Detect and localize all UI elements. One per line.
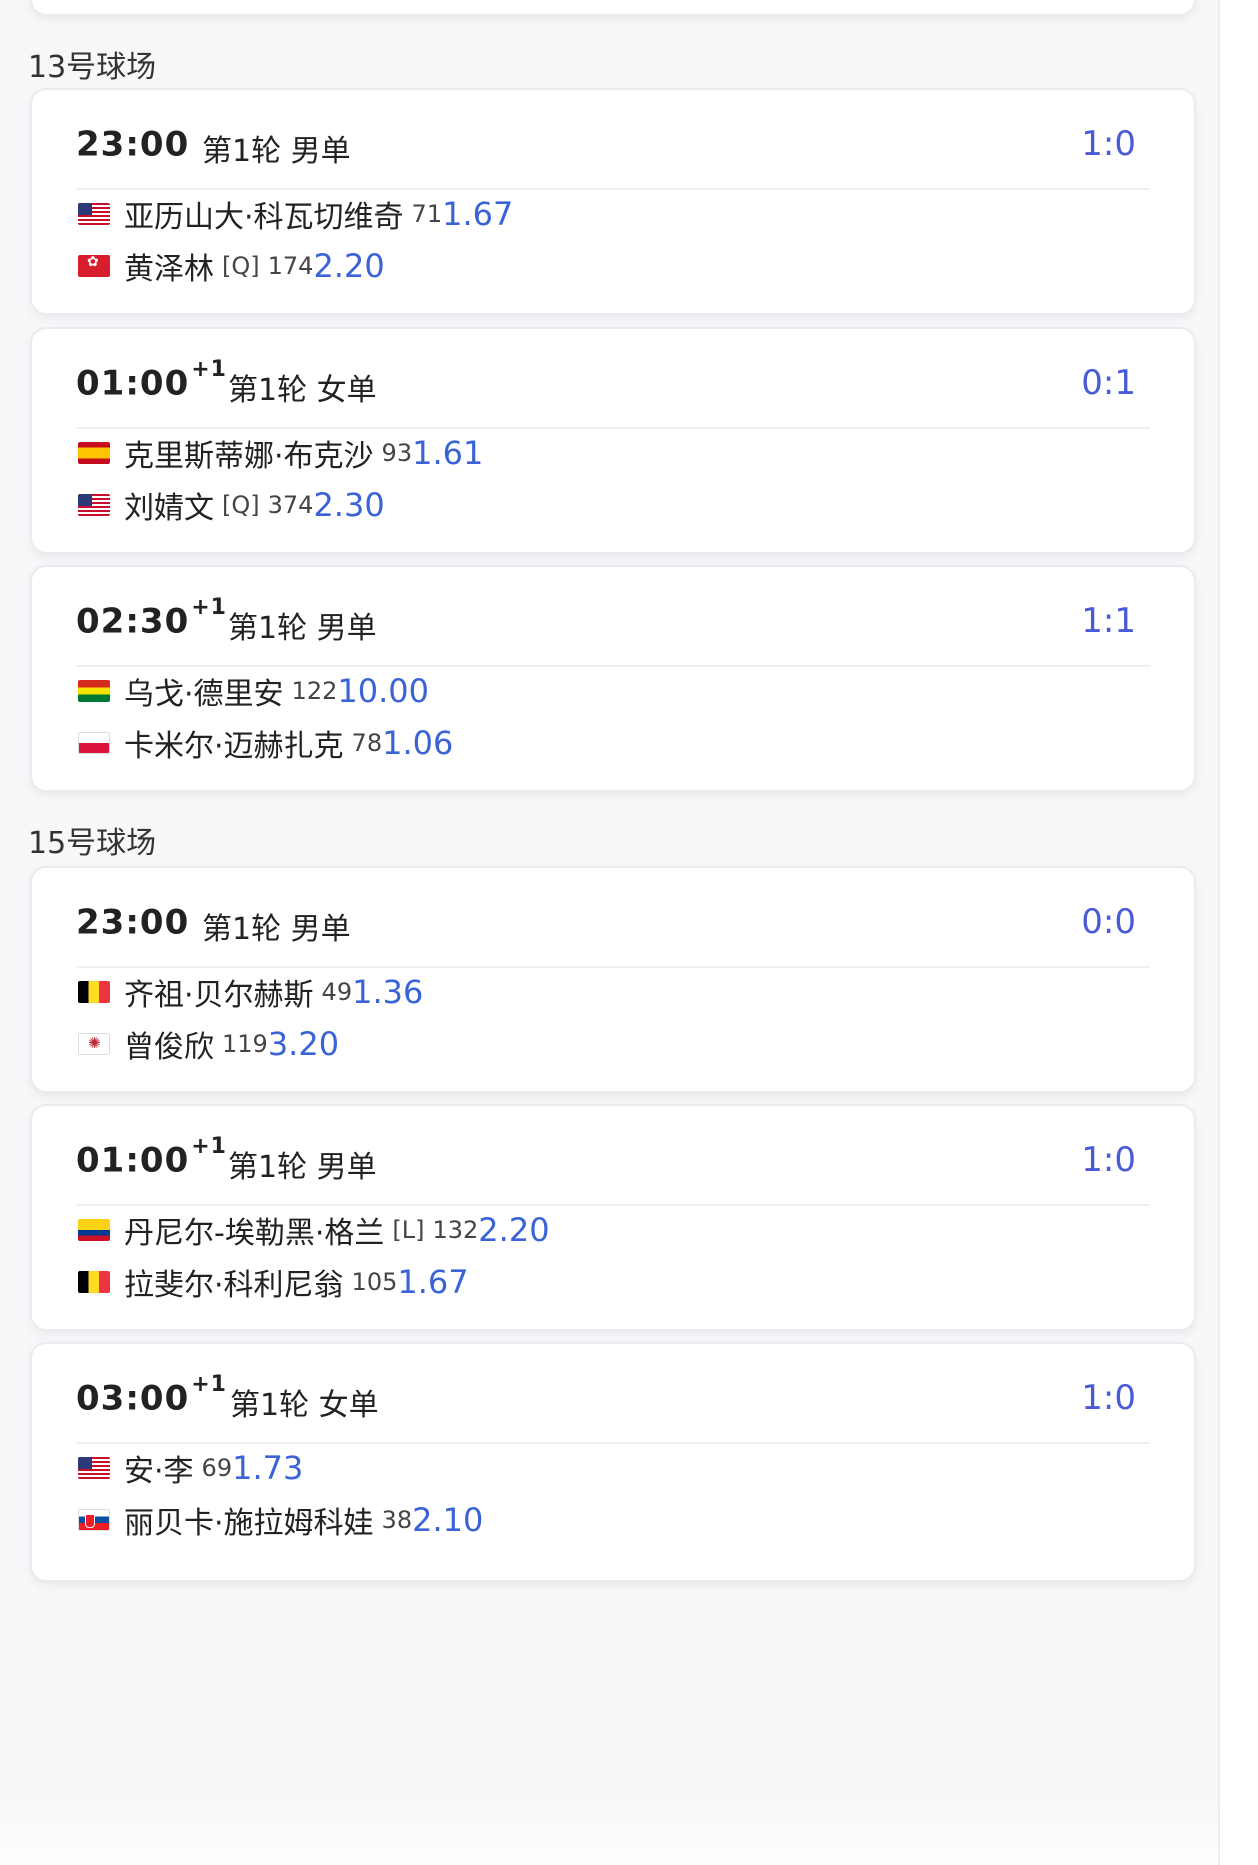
player-odds: 10.00	[337, 672, 429, 710]
match-round: 第1轮 男单	[202, 912, 351, 947]
slovakia-flag-icon	[78, 1509, 110, 1531]
match-score: 1:1	[1081, 601, 1136, 641]
colombia-flag-icon	[78, 1219, 110, 1241]
usa-flag-icon	[78, 203, 110, 225]
player-odds: 1.67	[397, 1263, 469, 1301]
player-rank: 105	[351, 1268, 398, 1296]
match-card[interactable]: 23:00 第1轮 男单 1:0 亚历山大·科瓦切维奇 71 1.67 黄泽林 …	[30, 88, 1196, 315]
player-name: 亚历山大·科瓦切维奇	[124, 200, 404, 235]
match-round: 第1轮 男单	[228, 1150, 377, 1185]
player-row[interactable]: 安·李 69 1.73	[78, 1448, 304, 1489]
player-rank: 119	[222, 1030, 268, 1058]
player-odds: 3.20	[267, 1025, 340, 1063]
player-rank: 174	[267, 252, 314, 280]
player-rank: 132	[432, 1216, 479, 1244]
chinese-taipei-flag-icon	[78, 1033, 110, 1055]
player-odds: 1.61	[412, 434, 484, 472]
match-round: 第1轮 女单	[228, 373, 377, 408]
court-title: 13号球场	[28, 50, 157, 85]
match-header: 01:00+1 第1轮 女单 0:1	[76, 329, 1150, 429]
player-row[interactable]: 黄泽林 [Q] 174 2.20	[78, 246, 385, 287]
belgium-flag-icon	[78, 1271, 110, 1293]
player-rank: 38	[381, 1506, 413, 1534]
match-card[interactable]: 03:00+1 第1轮 女单 1:0 安·李 69 1.73 丽贝卡·施拉姆科娃…	[30, 1342, 1196, 1582]
player-rank: 93	[381, 439, 413, 467]
player-seed: [L]	[392, 1216, 425, 1244]
player-row[interactable]: 拉斐尔·科利尼翁 105 1.67	[78, 1262, 469, 1303]
match-header: 23:00 第1轮 男单 0:0	[76, 868, 1150, 968]
match-card[interactable]: 23:00 第1轮 男单 0:0 齐祖·贝尔赫斯 49 1.36 曾俊欣 119…	[30, 866, 1196, 1093]
hong-kong-flag-icon	[78, 255, 110, 277]
match-score: 1:0	[1081, 124, 1136, 164]
player-row[interactable]: 刘婧文 [Q] 374 2.30	[78, 485, 385, 526]
player-rank: 374	[267, 491, 314, 519]
player-name: 克里斯蒂娜·布克沙	[124, 439, 374, 474]
player-rank: 71	[411, 200, 443, 228]
match-header: 02:30+1 第1轮 男单 1:1	[76, 567, 1150, 667]
player-row[interactable]: 乌戈·德里安 122 10.00	[78, 671, 429, 712]
court-title: 15号球场	[28, 826, 157, 861]
player-name: 安·李	[124, 1454, 194, 1489]
player-odds: 2.10	[412, 1501, 484, 1539]
player-odds: 1.06	[382, 724, 454, 762]
player-name: 丽贝卡·施拉姆科娃	[124, 1506, 374, 1541]
match-time: 03:00+1	[76, 1372, 227, 1419]
match-score: 1:0	[1081, 1140, 1136, 1180]
match-card[interactable]: 01:00+1 第1轮 女单 0:1 克里斯蒂娜·布克沙 93 1.61 刘婧文…	[30, 327, 1196, 554]
player-rank: 69	[201, 1454, 233, 1482]
player-seed: [Q]	[222, 491, 260, 519]
poland-flag-icon	[78, 732, 110, 754]
previous-match-card[interactable]	[30, 0, 1196, 16]
player-row[interactable]: 齐祖·贝尔赫斯 49 1.36	[78, 972, 424, 1013]
usa-flag-icon	[78, 1457, 110, 1479]
player-odds: 2.30	[313, 486, 385, 524]
player-row[interactable]: 亚历山大·科瓦切维奇 71 1.67	[78, 194, 514, 235]
bolivia-flag-icon	[78, 680, 110, 702]
match-time: 01:00+1	[76, 357, 227, 404]
player-odds: 2.20	[313, 247, 385, 285]
match-time: 02:30+1	[76, 595, 227, 642]
player-odds: 2.20	[478, 1211, 550, 1249]
player-rank: 78	[351, 729, 383, 757]
spain-flag-icon	[78, 442, 110, 464]
match-round: 第1轮 男单	[202, 134, 351, 169]
match-round: 第1轮 男单	[228, 611, 377, 646]
match-score: 0:1	[1081, 363, 1136, 403]
player-name: 卡米尔·迈赫扎克	[124, 729, 344, 764]
match-card[interactable]: 02:30+1 第1轮 男单 1:1 乌戈·德里安 122 10.00 卡米尔·…	[30, 565, 1196, 792]
match-header: 23:00 第1轮 男单 1:0	[76, 90, 1150, 190]
match-time: 23:00	[76, 124, 190, 165]
player-row[interactable]: 丽贝卡·施拉姆科娃 38 2.10	[78, 1500, 484, 1541]
player-name: 齐祖·贝尔赫斯	[124, 978, 314, 1013]
player-name: 黄泽林	[124, 252, 214, 287]
player-name: 乌戈·德里安	[124, 677, 284, 712]
match-time: 23:00	[76, 902, 190, 943]
player-row[interactable]: 卡米尔·迈赫扎克 78 1.06	[78, 723, 454, 764]
player-row[interactable]: 曾俊欣 119 3.20	[78, 1024, 340, 1065]
player-row[interactable]: 丹尼尔-埃勒黑·格兰 [L] 132 2.20	[78, 1210, 550, 1251]
match-card[interactable]: 01:00+1 第1轮 男单 1:0 丹尼尔-埃勒黑·格兰 [L] 132 2.…	[30, 1104, 1196, 1331]
match-header: 01:00+1 第1轮 男单 1:0	[76, 1106, 1150, 1206]
match-score: 1:0	[1081, 1378, 1136, 1418]
player-name: 拉斐尔·科利尼翁	[124, 1268, 344, 1303]
right-margin	[1220, 0, 1258, 1865]
player-name: 丹尼尔-埃勒黑·格兰	[124, 1216, 385, 1251]
player-name: 刘婧文	[124, 491, 214, 526]
player-seed: [Q]	[222, 252, 260, 280]
match-time: 01:00+1	[76, 1134, 227, 1181]
match-list: 13号球场 23:00 第1轮 男单 1:0 亚历山大·科瓦切维奇 71 1.6…	[0, 0, 1220, 1865]
player-odds: 1.36	[352, 973, 424, 1011]
player-name: 曾俊欣	[124, 1030, 214, 1065]
player-odds: 1.73	[232, 1449, 304, 1487]
belgium-flag-icon	[78, 981, 110, 1003]
match-score: 0:0	[1081, 902, 1136, 942]
usa-flag-icon	[78, 494, 110, 516]
match-header: 03:00+1 第1轮 女单 1:0	[76, 1344, 1150, 1444]
match-round: 第1轮 女单	[230, 1388, 379, 1423]
player-rank: 49	[321, 978, 353, 1006]
player-rank: 122	[291, 677, 338, 705]
bottom-fade	[0, 1800, 1218, 1865]
player-odds: 1.67	[442, 195, 514, 233]
player-row[interactable]: 克里斯蒂娜·布克沙 93 1.61	[78, 433, 484, 474]
